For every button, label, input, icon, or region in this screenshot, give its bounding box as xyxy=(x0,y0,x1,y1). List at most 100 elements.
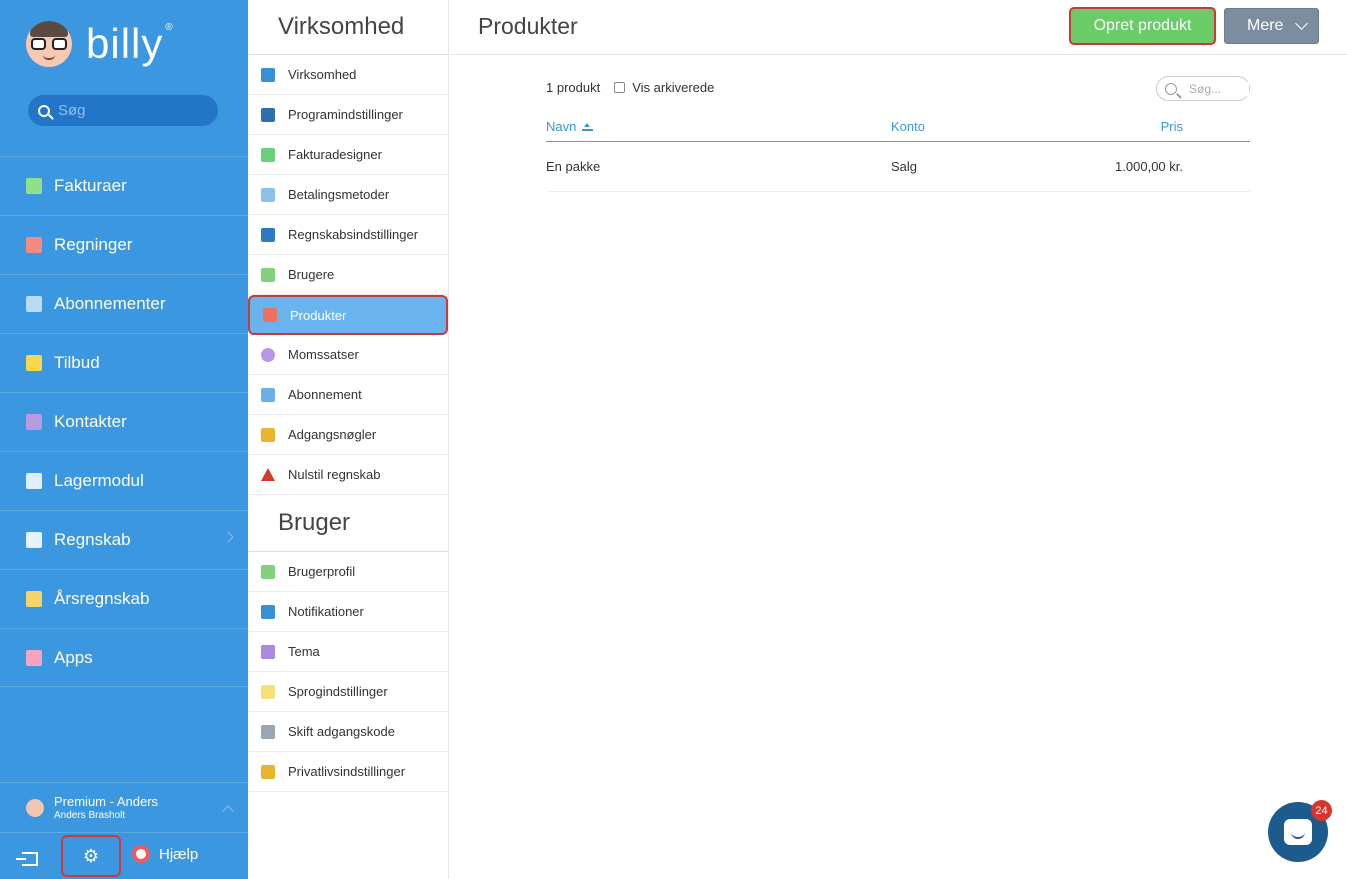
billy-logo[interactable]: billy ® xyxy=(26,18,174,70)
settings-item-label: Skift adgangskode xyxy=(288,724,395,739)
settings-item-notifikationer[interactable]: Notifikationer xyxy=(248,592,448,632)
logout-icon[interactable] xyxy=(16,852,38,866)
list-toolbar: 1 produkt Vis arkiverede xyxy=(546,80,714,95)
user-heading: Bruger xyxy=(248,495,448,552)
settings-item-sprogindstillinger[interactable]: Sprogindstillinger xyxy=(248,672,448,712)
notifications-icon xyxy=(261,604,275,619)
chevron-down-icon xyxy=(1295,17,1309,30)
product-search[interactable] xyxy=(1156,76,1250,101)
gear-icon: ⚙ xyxy=(82,845,100,866)
chat-icon xyxy=(1284,819,1312,845)
settings-item-brugere[interactable]: Brugere xyxy=(248,255,448,295)
sidebar-item-kontakter[interactable]: Kontakter xyxy=(0,392,248,451)
table-row[interactable]: En pakke Salg 1.000,00 kr. xyxy=(546,142,1250,192)
settings-item-label: Adgangsnøgler xyxy=(288,427,377,442)
search-icon xyxy=(1165,82,1177,95)
organization-name: Premium - Anders xyxy=(54,793,159,809)
settings-item-abonnement[interactable]: Abonnement xyxy=(248,375,448,415)
sidebar-item-abonnementer[interactable]: Abonnementer xyxy=(0,274,248,333)
brand-name: billy xyxy=(86,20,164,67)
gear-icon xyxy=(261,107,275,122)
invoice-designer-icon xyxy=(261,147,275,162)
page-header: Produkter Opret produkt Mere xyxy=(450,0,1347,55)
settings-item-tema[interactable]: Tema xyxy=(248,632,448,672)
settings-subnav: Virksomhed Virksomhed Programindstillinge… xyxy=(248,0,449,879)
app-root: billy® Fakturaer Regninger Abonnementer Til… xyxy=(0,0,1347,879)
subscription-icon xyxy=(26,296,42,312)
show-archived-label[interactable]: Vis arkiverede xyxy=(632,80,714,95)
lifebuoy-icon xyxy=(132,845,150,863)
sidebar-item-fakturaer[interactable]: Fakturaer xyxy=(0,156,248,215)
settings-item-programindstillinger[interactable]: Programindstillinger xyxy=(248,95,448,135)
sidebar-item-label: Regninger xyxy=(54,235,133,254)
help-button[interactable]: Hjælp xyxy=(132,845,198,863)
sidebar-item-regninger[interactable]: Regninger xyxy=(0,215,248,274)
chevron-right-icon xyxy=(222,531,234,543)
settings-item-produkter[interactable]: Produkter xyxy=(248,295,448,335)
sidebar-item-lagermodul[interactable]: Lagermodul xyxy=(0,451,248,510)
settings-item-label: Sprogindstillinger xyxy=(288,684,388,699)
product-search-input[interactable] xyxy=(1189,81,1249,96)
settings-item-regnskabsindstillinger[interactable]: Regnskabsindstillinger xyxy=(248,215,448,255)
inventory-icon xyxy=(26,473,42,489)
page-title: Produkter xyxy=(478,13,578,39)
subscription-plan-icon xyxy=(261,387,275,402)
settings-item-label: Privatlivsindstillinger xyxy=(288,764,406,779)
settings-item-label: Produkter xyxy=(290,307,347,323)
sidebar-item-apps[interactable]: Apps xyxy=(0,628,248,687)
accounting-icon xyxy=(26,532,42,548)
main-content: Produkter Opret produkt Mere 1 produkt V… xyxy=(450,0,1347,879)
settings-item-label: Brugere xyxy=(288,267,335,282)
main-nav: Fakturaer Regninger Abonnementer Tilbud Kont… xyxy=(0,156,248,687)
lock-icon xyxy=(261,724,275,739)
sidebar-search-input[interactable] xyxy=(58,102,208,119)
column-price-header[interactable]: Pris xyxy=(1091,119,1183,134)
product-count: 1 produkt xyxy=(546,80,601,95)
privacy-key-icon xyxy=(261,764,275,779)
contact-icon xyxy=(26,414,42,430)
column-account-header[interactable]: Konto xyxy=(891,119,1091,134)
products-icon xyxy=(263,308,277,322)
settings-item-virksomhed[interactable]: Virksomhed xyxy=(248,55,448,95)
products-table: Navn Konto Pris En pakke Salg 1.000,00 kr. xyxy=(546,112,1250,192)
sidebar-item-tilbud[interactable]: Tilbud xyxy=(0,333,248,392)
settings-item-label: Tema xyxy=(288,644,320,659)
annual-report-icon xyxy=(26,591,42,607)
settings-item-adgangsnøgler[interactable]: Adgangsnøgler xyxy=(248,415,448,455)
warning-icon xyxy=(261,468,275,481)
sidebar-item-label: Apps xyxy=(54,647,93,667)
settings-item-label: Brugerprofil xyxy=(288,564,356,579)
more-label: Mere xyxy=(1247,17,1284,34)
more-dropdown-button[interactable]: Mere xyxy=(1224,8,1319,44)
sidebar-footer xyxy=(0,832,248,879)
apps-icon xyxy=(26,649,42,666)
company-icon xyxy=(261,67,275,82)
sidebar-item-årsregnskab[interactable]: Årsregnskab xyxy=(0,569,248,628)
settings-item-label: Regnskabsindstillinger xyxy=(288,227,419,242)
sidebar-search[interactable] xyxy=(28,95,218,126)
show-archived-checkbox[interactable] xyxy=(614,82,626,93)
create-product-button[interactable]: Opret produkt xyxy=(1069,7,1216,45)
invoice-icon xyxy=(26,178,42,194)
user-switcher[interactable]: Premium - Anders Anders Brasholt xyxy=(0,782,248,832)
product-name-cell: En pakke xyxy=(546,159,601,174)
settings-item-betalingsmetoder[interactable]: Betalingsmetoder xyxy=(248,175,448,215)
settings-item-skift-adgangskode[interactable]: Skift adgangskode xyxy=(248,712,448,752)
sidebar-item-label: Lagermodul xyxy=(54,471,144,490)
settings-item-privatlivsindstillinger[interactable]: Privatlivsindstillinger xyxy=(248,752,448,792)
settings-item-nulstil-regnskab[interactable]: Nulstil regnskab xyxy=(248,455,448,495)
settings-item-momssatser[interactable]: Momssatser xyxy=(248,335,448,375)
settings-button[interactable]: ⚙ xyxy=(61,835,121,877)
sidebar-item-label: Årsregnskab xyxy=(54,589,150,608)
settings-item-label: Abonnement xyxy=(288,387,362,402)
accounting-settings-icon xyxy=(261,227,275,242)
column-name-header[interactable]: Navn xyxy=(546,119,891,134)
theme-icon xyxy=(261,644,275,659)
star-icon xyxy=(26,355,42,371)
settings-item-fakturadesigner[interactable]: Fakturadesigner xyxy=(248,135,448,175)
registered-mark: ® xyxy=(165,22,174,33)
settings-item-brugerprofil[interactable]: Brugerprofil xyxy=(248,552,448,592)
settings-item-label: Programindstillinger xyxy=(288,107,403,122)
sidebar-item-regnskab[interactable]: Regnskab xyxy=(0,510,248,569)
sidebar-item-label: Regnskab xyxy=(54,530,131,549)
